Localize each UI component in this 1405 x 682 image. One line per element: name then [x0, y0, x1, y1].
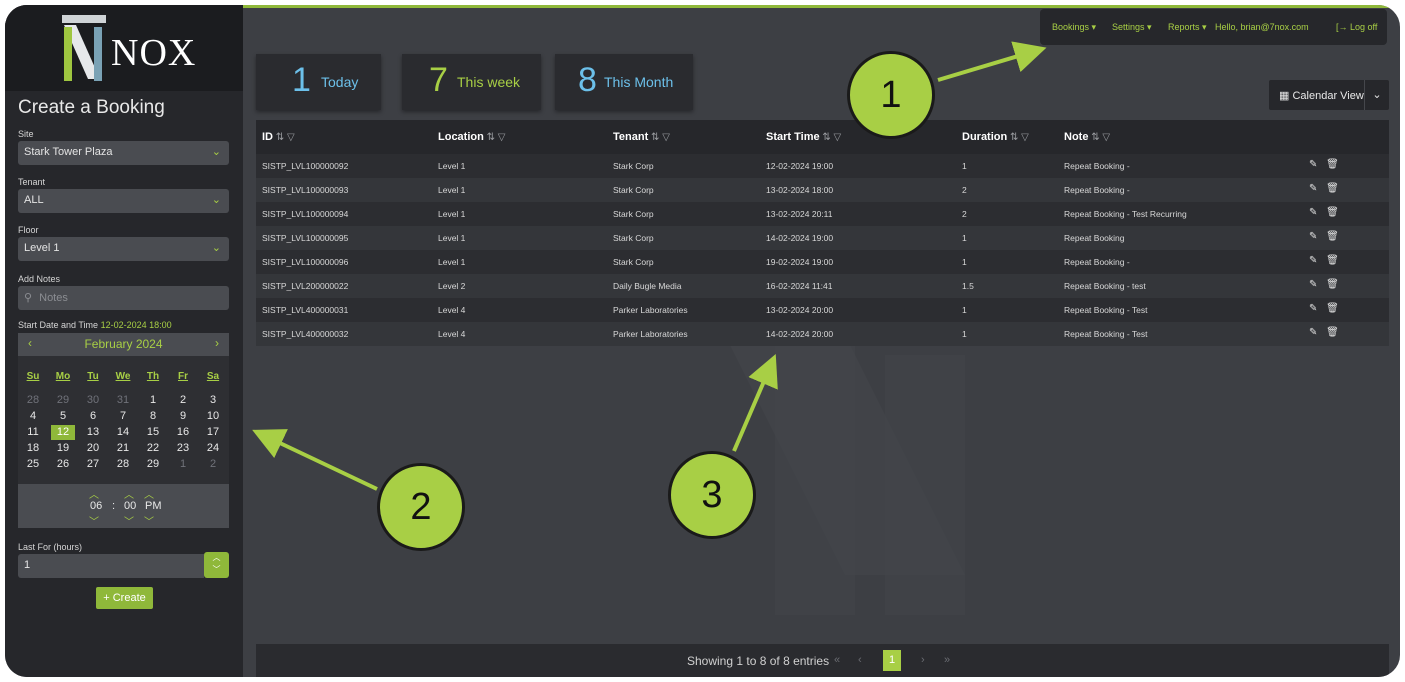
app-window: NOX Create a Booking Site Stark Tower Pl…	[5, 5, 1400, 677]
callout-2: 2	[377, 463, 465, 551]
callout-1: 1	[847, 51, 935, 139]
callout-3: 3	[668, 451, 756, 539]
callout-arrows	[252, 41, 1047, 491]
